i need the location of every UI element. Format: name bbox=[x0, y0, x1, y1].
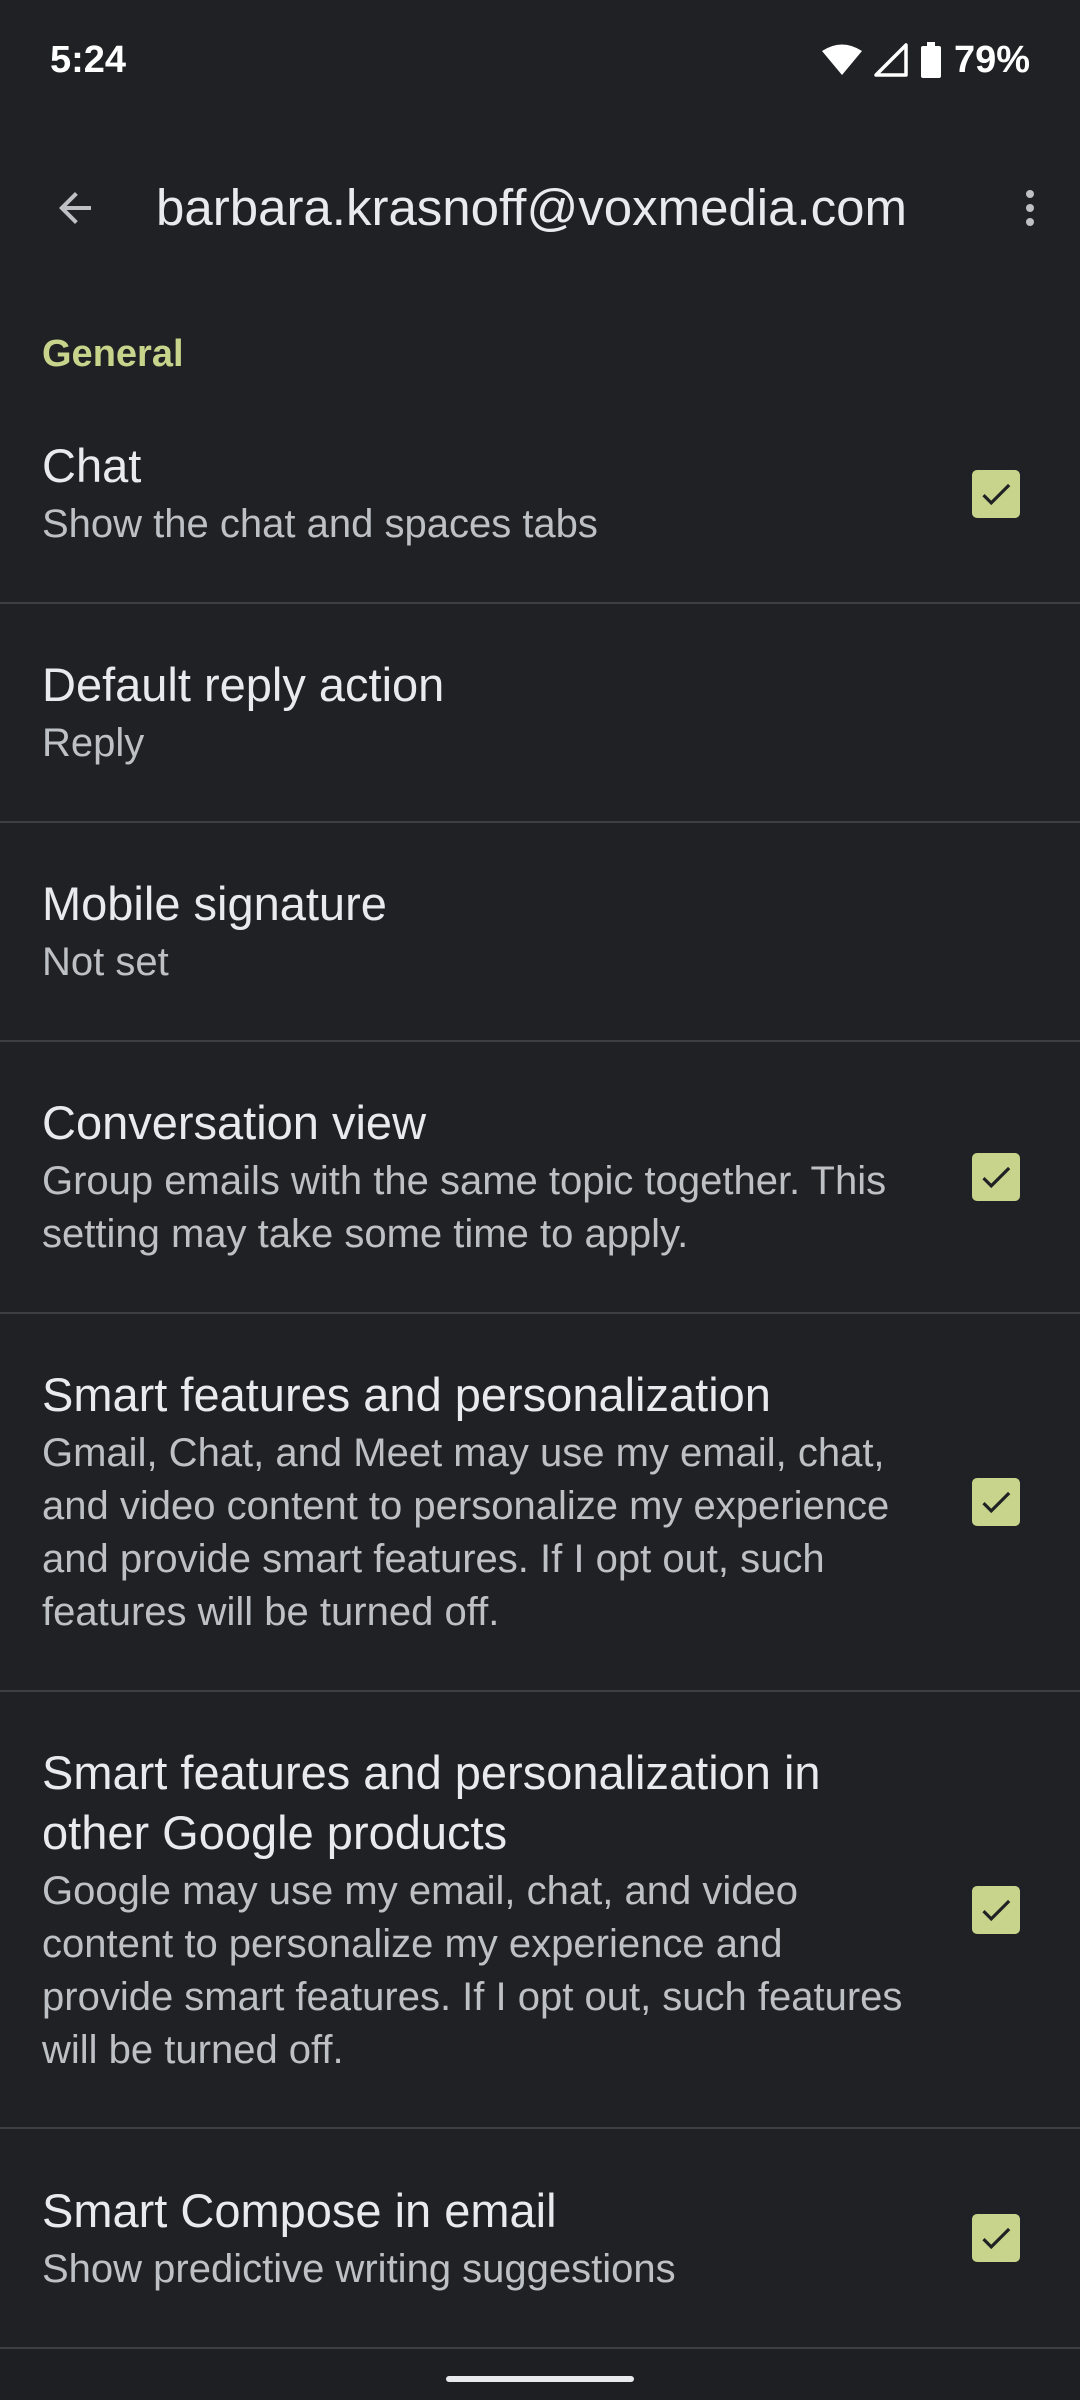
status-icons: 79% bbox=[821, 38, 1030, 82]
back-button[interactable] bbox=[0, 140, 150, 275]
setting-title: Chat bbox=[42, 439, 142, 492]
smart-compose-checkbox[interactable] bbox=[972, 2214, 1020, 2262]
navigation-bar bbox=[0, 2350, 1080, 2400]
status-time: 5:24 bbox=[50, 38, 127, 81]
account-title: barbara.krasnoff@voxmedia.com bbox=[156, 179, 908, 236]
chat-checkbox[interactable] bbox=[972, 469, 1020, 518]
setting-subtitle: Google may use my email, chat, and video… bbox=[42, 1868, 903, 2072]
battery-percent: 79% bbox=[953, 38, 1030, 81]
gesture-handle[interactable] bbox=[446, 2376, 634, 2382]
app-bar: barbara.krasnoff@voxmedia.com bbox=[0, 140, 1080, 275]
setting-subtitle: Not set bbox=[42, 940, 169, 984]
setting-title: Smart features and personalization bbox=[42, 1368, 771, 1421]
arrow-back-icon bbox=[59, 191, 91, 224]
setting-title: Conversation view bbox=[42, 1096, 427, 1149]
setting-title: Smart Compose in email bbox=[42, 2183, 557, 2237]
setting-title: Mobile signature bbox=[42, 877, 387, 930]
setting-default-reply-action[interactable]: Default reply action Reply bbox=[0, 604, 1080, 823]
check-icon bbox=[982, 1491, 1011, 1514]
cellular-signal-icon bbox=[874, 43, 908, 77]
smart-features-checkbox[interactable] bbox=[972, 1478, 1020, 1526]
setting-title: Smart features and personalization in ot… bbox=[42, 1745, 821, 1859]
setting-conversation-view[interactable]: Conversation view Group emails with the … bbox=[0, 1042, 1080, 1314]
check-icon bbox=[982, 483, 1011, 505]
setting-title: Default reply action bbox=[42, 658, 445, 711]
wifi-icon bbox=[821, 44, 862, 75]
more-vert-icon bbox=[1026, 189, 1034, 226]
setting-smart-compose[interactable]: Smart Compose in email Show predictive w… bbox=[0, 2129, 1080, 2349]
setting-subtitle: Show the chat and spaces tabs bbox=[42, 502, 598, 546]
setting-smart-features-other-products[interactable]: Smart features and personalization in ot… bbox=[0, 1692, 1080, 2129]
setting-subtitle: Show predictive writing suggestions bbox=[42, 2246, 676, 2291]
setting-mobile-signature[interactable]: Mobile signature Not set bbox=[0, 823, 1080, 1042]
setting-chat[interactable]: Chat Show the chat and spaces tabs bbox=[0, 385, 1080, 604]
settings-list: Chat Show the chat and spaces tabs Defau… bbox=[0, 385, 1080, 2349]
setting-subtitle: Reply bbox=[42, 721, 145, 765]
more-options-button[interactable] bbox=[980, 140, 1080, 275]
smart-features-other-products-checkbox[interactable] bbox=[972, 1885, 1020, 1934]
setting-smart-features[interactable]: Smart features and personalization Gmail… bbox=[0, 1314, 1080, 1692]
conversation-view-checkbox[interactable] bbox=[972, 1153, 1020, 1201]
battery-icon bbox=[920, 42, 941, 78]
check-icon bbox=[982, 2227, 1011, 2250]
setting-subtitle: Group emails with the same topic togethe… bbox=[42, 1159, 887, 1256]
setting-subtitle: Gmail, Chat, and Meet may use my email, … bbox=[42, 1431, 890, 1634]
check-icon bbox=[982, 1899, 1011, 1921]
check-icon bbox=[982, 1166, 1011, 1189]
section-header-general: General bbox=[42, 333, 184, 375]
status-bar: 5:24 79% bbox=[0, 0, 1080, 120]
